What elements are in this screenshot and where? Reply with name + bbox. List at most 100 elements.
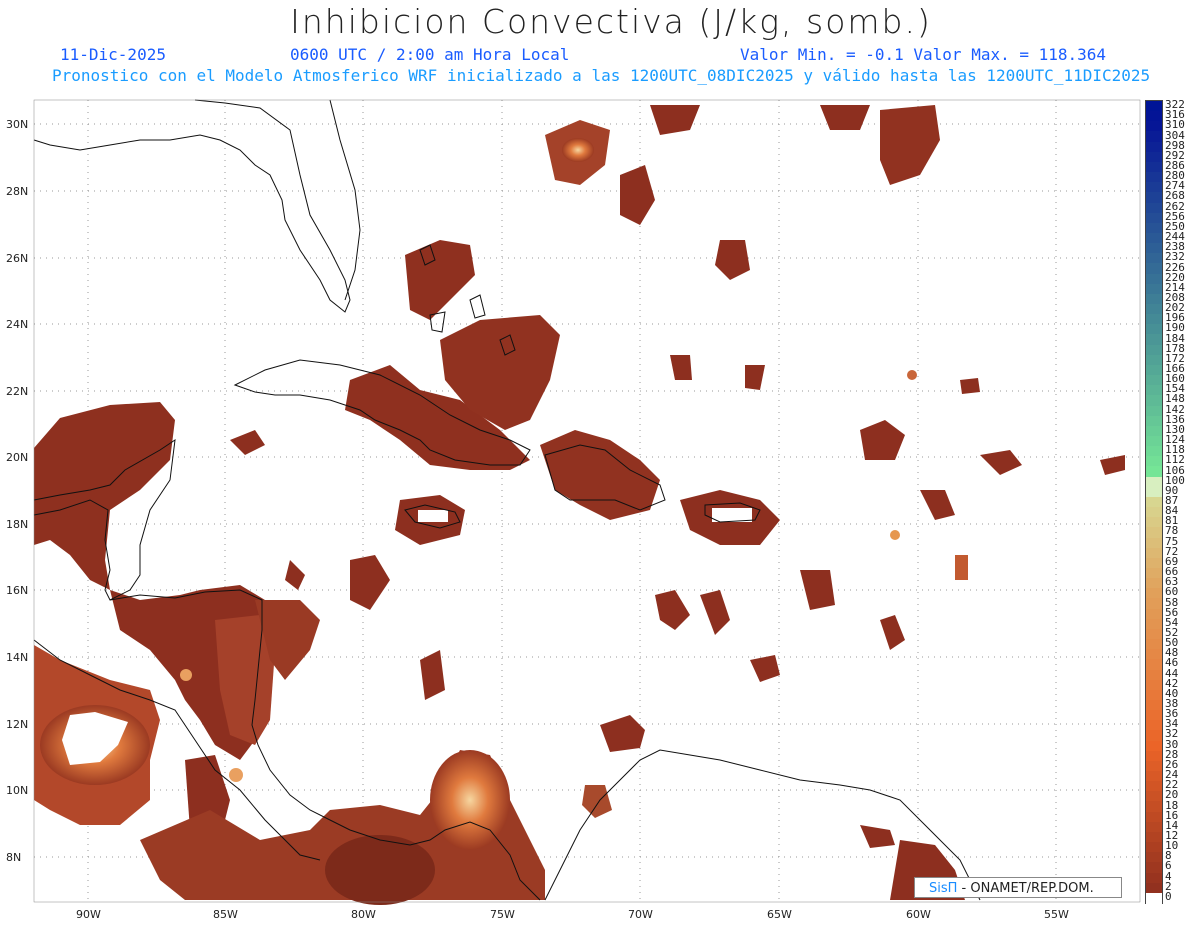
scale-swatch bbox=[1146, 364, 1162, 376]
scale-swatch bbox=[1146, 517, 1162, 528]
scale-swatch bbox=[1146, 852, 1162, 863]
scale-swatch bbox=[1146, 862, 1162, 874]
lon-label: 80W bbox=[351, 908, 376, 921]
lat-label: 12N bbox=[6, 718, 28, 731]
scale-swatch bbox=[1146, 415, 1162, 427]
scale-swatch bbox=[1146, 293, 1162, 305]
scale-swatch bbox=[1146, 385, 1162, 396]
scale-swatch bbox=[1146, 608, 1162, 620]
scale-swatch bbox=[1146, 699, 1162, 711]
lat-label: 18N bbox=[6, 518, 28, 531]
scale-swatch bbox=[1146, 212, 1162, 224]
scale-swatch bbox=[1146, 101, 1162, 112]
scale-swatch bbox=[1146, 344, 1162, 356]
scale-swatch bbox=[1146, 334, 1162, 346]
scale-swatch bbox=[1146, 639, 1162, 650]
scale-swatch bbox=[1146, 781, 1162, 792]
scale-swatch bbox=[1146, 151, 1162, 163]
scale-swatch bbox=[1146, 659, 1162, 671]
scale-swatch bbox=[1146, 801, 1162, 813]
scale-swatch bbox=[1146, 527, 1162, 539]
scale-swatch bbox=[1146, 141, 1162, 153]
scale-swatch bbox=[1146, 436, 1162, 447]
scale-swatch bbox=[1146, 598, 1162, 610]
credit-brand: SisΠ bbox=[929, 881, 958, 896]
lon-label: 90W bbox=[76, 908, 101, 921]
map-canvas: 30N 28N 26N 24N 22N 20N 18N 16N 14N 12N 10N 8N 90W 85… bbox=[6, 99, 1141, 921]
scale-swatch bbox=[1146, 618, 1162, 630]
scale-swatch bbox=[1146, 466, 1162, 478]
scale-swatch bbox=[1146, 232, 1162, 244]
scale-swatch bbox=[1146, 243, 1162, 254]
scale-swatch bbox=[1146, 669, 1162, 681]
scale-swatch bbox=[1146, 750, 1162, 762]
scale-swatch bbox=[1146, 771, 1162, 782]
scale-swatch bbox=[1146, 811, 1162, 823]
scale-swatch bbox=[1146, 375, 1162, 386]
lon-label: 65W bbox=[767, 908, 792, 921]
lat-label: 8N bbox=[6, 851, 21, 864]
scale-swatch bbox=[1146, 476, 1162, 488]
scale-swatch bbox=[1146, 111, 1162, 122]
lat-label: 14N bbox=[6, 651, 28, 664]
scale-swatch bbox=[1146, 182, 1162, 193]
scale-swatch bbox=[1146, 161, 1162, 173]
lat-label: 24N bbox=[6, 318, 28, 331]
scale-label: 0 bbox=[1165, 889, 1172, 903]
scale-swatch bbox=[1146, 253, 1162, 265]
scale-swatch bbox=[1146, 324, 1162, 336]
scale-swatch bbox=[1146, 263, 1162, 275]
lon-label: 75W bbox=[490, 908, 515, 921]
scale-swatch bbox=[1146, 354, 1162, 366]
scale-swatch bbox=[1146, 740, 1162, 752]
lon-label: 60W bbox=[906, 908, 931, 921]
scale-swatch bbox=[1146, 588, 1162, 600]
scale-swatch bbox=[1146, 172, 1162, 183]
lat-label: 26N bbox=[6, 252, 28, 265]
scale-swatch bbox=[1146, 121, 1162, 133]
scale-swatch bbox=[1146, 710, 1162, 721]
scale-swatch bbox=[1146, 192, 1162, 204]
scale-swatch bbox=[1146, 405, 1162, 417]
scale-swatch bbox=[1146, 821, 1162, 833]
scale-swatch bbox=[1146, 456, 1162, 468]
scale-swatch bbox=[1146, 314, 1162, 325]
scale-swatch bbox=[1146, 679, 1162, 691]
scale-swatch bbox=[1146, 892, 1162, 904]
scale-swatch bbox=[1146, 446, 1162, 457]
scale-swatch bbox=[1146, 872, 1162, 884]
scale-swatch bbox=[1146, 628, 1162, 640]
lat-label: 10N bbox=[6, 784, 28, 797]
scale-swatch bbox=[1146, 567, 1162, 579]
scale-swatch bbox=[1146, 689, 1162, 701]
scale-swatch bbox=[1146, 882, 1162, 894]
scale-swatch bbox=[1146, 486, 1162, 498]
scale-swatch bbox=[1146, 537, 1162, 549]
scale-swatch bbox=[1146, 791, 1162, 803]
scale-swatch bbox=[1146, 547, 1162, 559]
scale-swatch bbox=[1146, 557, 1162, 569]
color-scale-bar bbox=[1145, 100, 1163, 904]
scale-swatch bbox=[1146, 222, 1162, 234]
scale-swatch bbox=[1146, 395, 1162, 407]
lat-label: 30N bbox=[6, 118, 28, 131]
lat-label: 16N bbox=[6, 584, 28, 597]
scale-swatch bbox=[1146, 304, 1162, 315]
scale-swatch bbox=[1146, 131, 1162, 143]
lon-label: 55W bbox=[1044, 908, 1069, 921]
scale-swatch bbox=[1146, 425, 1162, 437]
lat-label: 28N bbox=[6, 185, 28, 198]
scale-swatch bbox=[1146, 507, 1162, 518]
credit-box: SisΠ - ONAMET/REP.DOM. bbox=[914, 877, 1122, 898]
scale-swatch bbox=[1146, 720, 1162, 732]
scale-swatch bbox=[1146, 760, 1162, 772]
scale-swatch bbox=[1146, 649, 1162, 660]
lat-label: 20N bbox=[6, 451, 28, 464]
scale-swatch bbox=[1146, 496, 1162, 508]
scale-swatch bbox=[1146, 578, 1162, 589]
scale-swatch bbox=[1146, 730, 1162, 742]
credit-text: - ONAMET/REP.DOM. bbox=[957, 881, 1094, 896]
scale-swatch bbox=[1146, 842, 1162, 853]
scale-swatch bbox=[1146, 831, 1162, 843]
scale-swatch bbox=[1146, 283, 1162, 295]
